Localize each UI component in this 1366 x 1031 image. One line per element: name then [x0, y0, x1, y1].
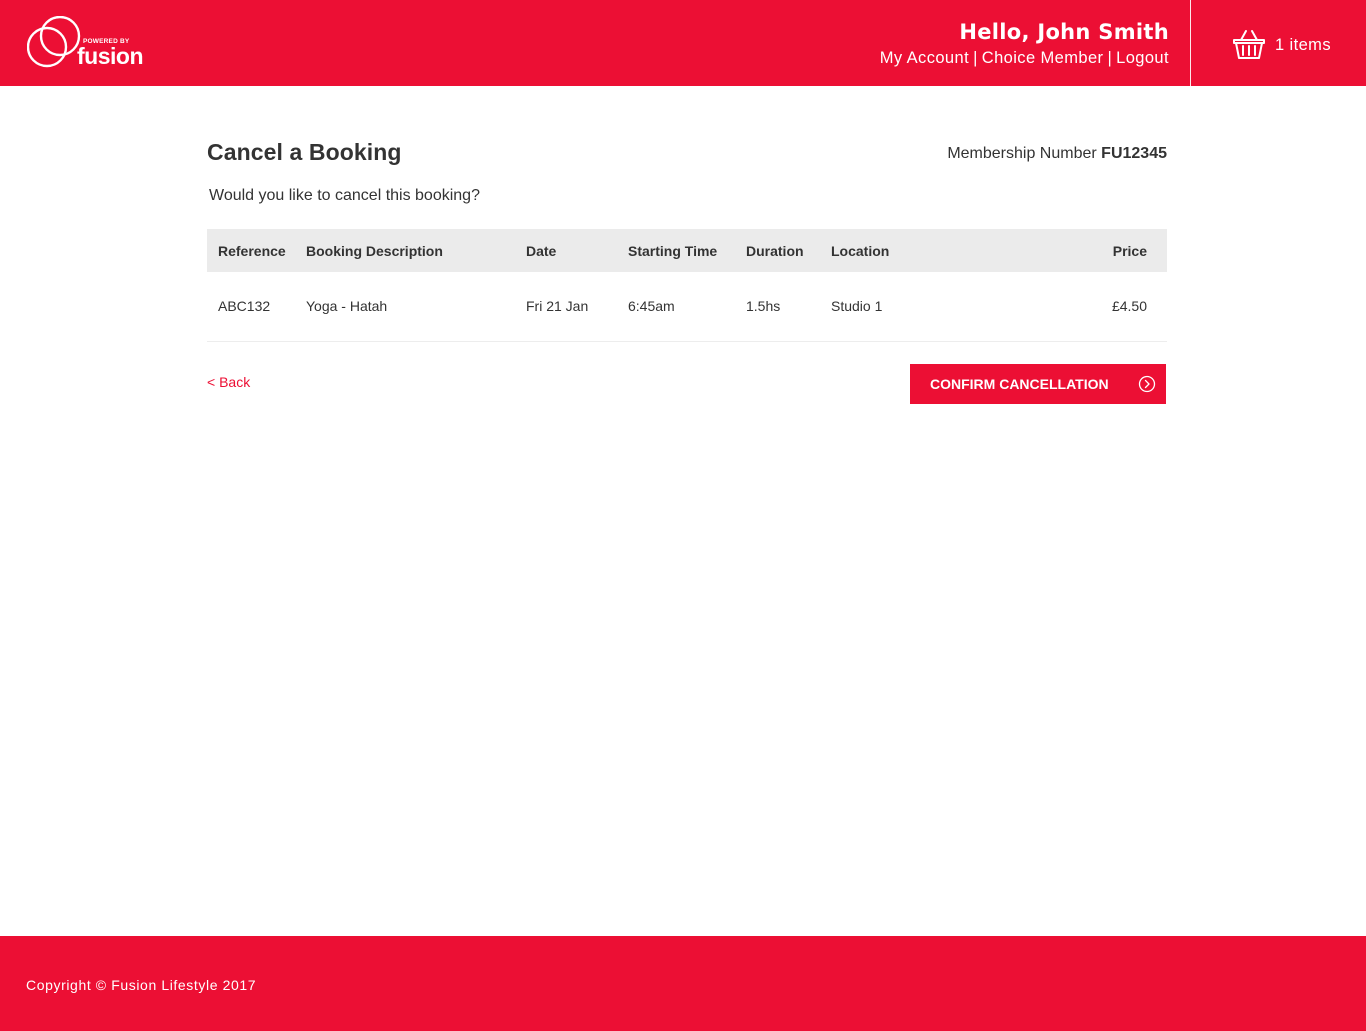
- user-greeting-block: Hello, John Smith My Account | Choice Memb…: [880, 18, 1169, 69]
- column-header-price: Price: [1112, 242, 1147, 259]
- confirm-cancellation-button[interactable]: CONFIRM CANCELLATION: [910, 364, 1166, 404]
- cell-description: Yoga - Hatah: [306, 298, 388, 315]
- cell-starting-time: 6:45am: [628, 298, 675, 315]
- account-links: My Account | Choice Member | Logout: [880, 47, 1169, 69]
- basket-button[interactable]: 1 items: [1232, 28, 1331, 62]
- logout-link[interactable]: Logout: [1116, 49, 1169, 67]
- site-footer: Copyright © Fusion Lifestyle 2017: [0, 936, 1366, 1031]
- column-header-starting-time: Starting Time: [628, 242, 718, 259]
- fusion-logo[interactable]: POWERED BY fusion: [27, 16, 152, 72]
- column-header-reference: Reference: [218, 242, 286, 259]
- header-divider: [1190, 0, 1191, 86]
- cancel-question: Would you like to cancel this booking?: [209, 187, 480, 204]
- column-header-duration: Duration: [746, 242, 804, 259]
- link-separator: |: [1107, 49, 1113, 67]
- cell-location: Studio 1: [831, 298, 883, 315]
- column-header-date: Date: [526, 242, 557, 259]
- choice-member-link[interactable]: Choice Member: [982, 49, 1104, 67]
- cell-duration: 1.5hs: [746, 298, 781, 315]
- column-header-location: Location: [831, 242, 890, 259]
- copyright-text: Copyright © Fusion Lifestyle 2017: [26, 977, 257, 993]
- back-link[interactable]: < Back: [207, 374, 250, 390]
- confirm-cancellation-label: CONFIRM CANCELLATION: [930, 376, 1109, 392]
- user-greeting: Hello, John Smith: [959, 20, 1169, 44]
- booking-table: Reference Booking Description Date Start…: [207, 229, 1167, 342]
- table-row: ABC132 Yoga - Hatah Fri 21 Jan 6:45am 1.…: [207, 272, 1167, 341]
- table-header-row: Reference Booking Description Date Start…: [207, 229, 1167, 272]
- basket-icon: [1233, 30, 1265, 59]
- membership-label: Membership Number: [947, 145, 1097, 162]
- main-content: Cancel a Booking Membership Number FU123…: [207, 139, 1167, 404]
- column-header-description: Booking Description: [306, 242, 443, 259]
- link-separator: |: [973, 49, 978, 67]
- logo-wordmark: fusion: [77, 43, 144, 69]
- cell-reference: ABC132: [218, 298, 271, 315]
- basket-count: 1 items: [1275, 35, 1331, 54]
- cell-price: £4.50: [1111, 298, 1147, 315]
- cell-date: Fri 21 Jan: [526, 298, 589, 315]
- chevron-right-circle-icon: [1138, 375, 1156, 393]
- my-account-link[interactable]: My Account: [880, 49, 969, 67]
- membership-number: FU12345: [1101, 145, 1167, 162]
- membership-info: Membership Number FU12345: [947, 145, 1167, 163]
- site-header: POWERED BY fusion Hello, John Smith My A…: [0, 0, 1366, 86]
